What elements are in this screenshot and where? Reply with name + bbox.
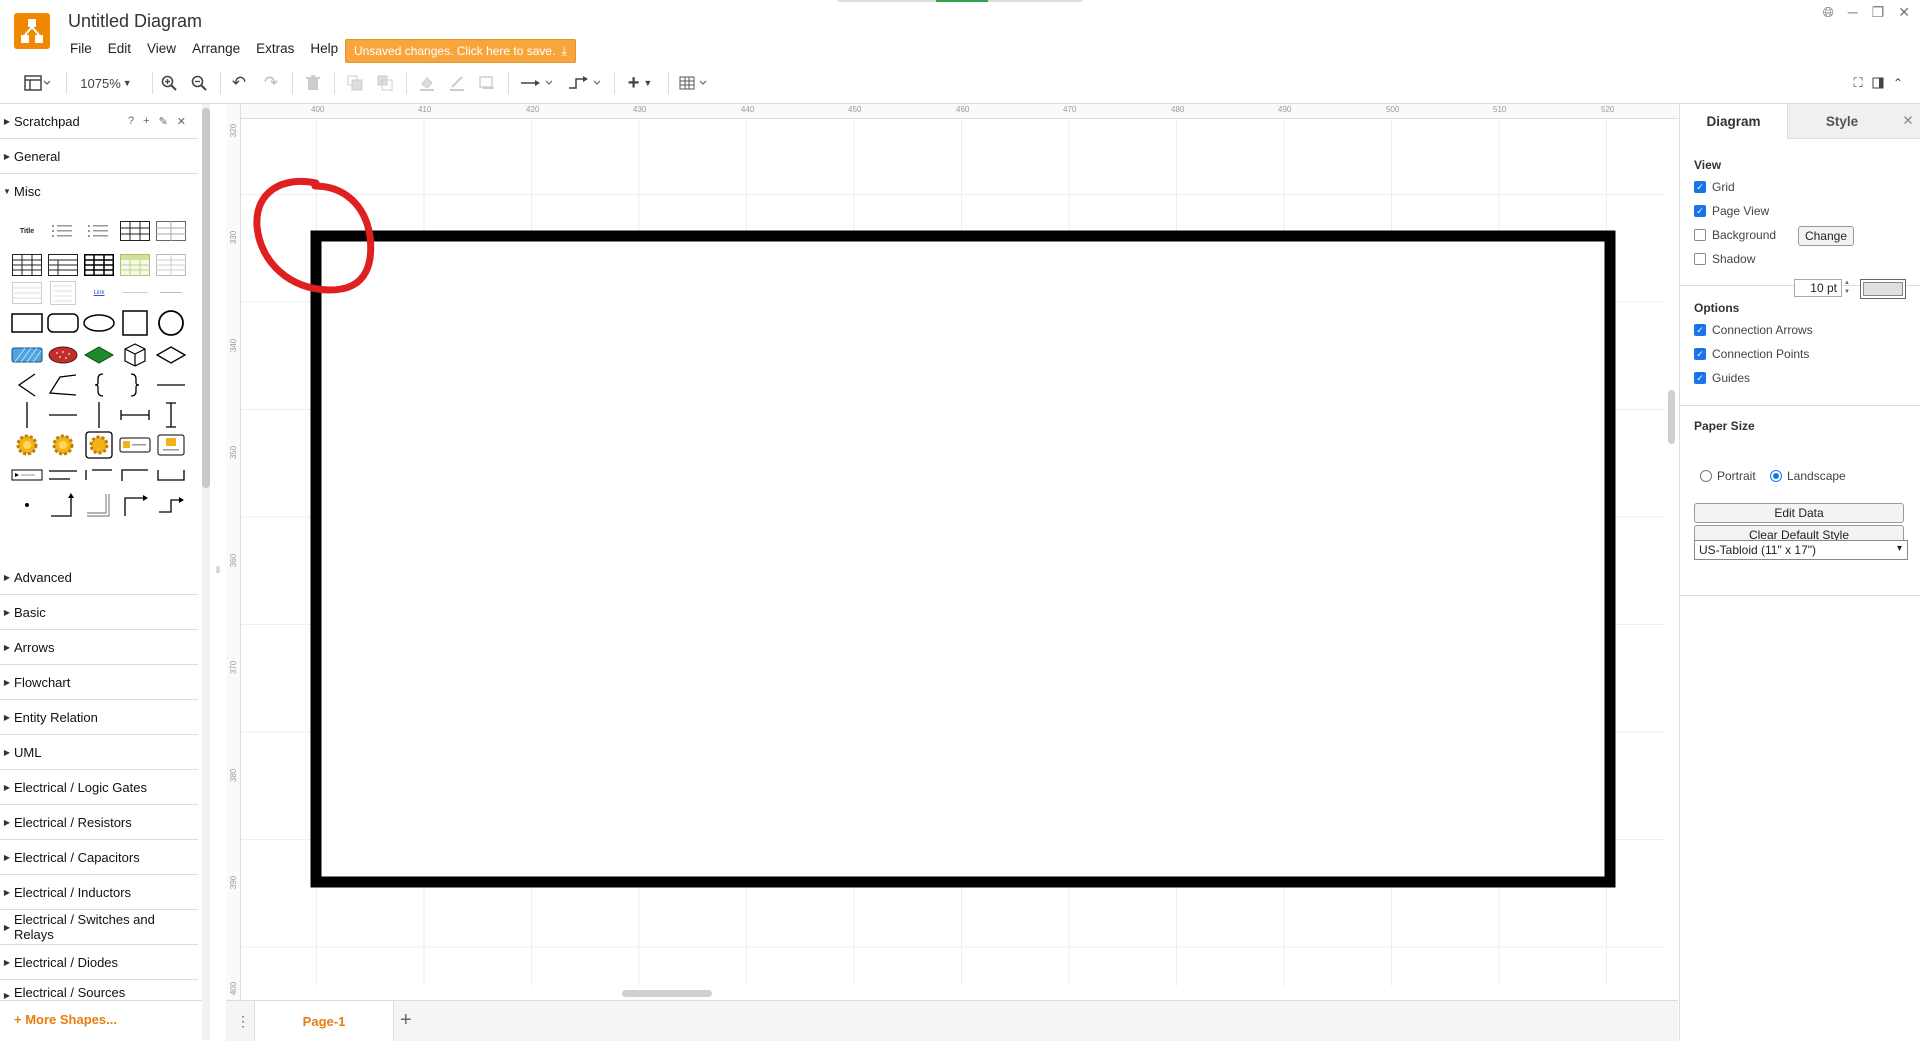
canvas-drawing — [253, 177, 1616, 888]
shadow-checkbox[interactable]: Shadow — [1694, 252, 1755, 266]
ruler-top-label: 400 — [311, 105, 325, 114]
connection-arrows-label: Connection Arrows — [1712, 323, 1813, 337]
add-page-icon[interactable]: + — [400, 1009, 412, 1032]
paper-size-select[interactable]: US-Tabloid (11" x 17") ▾ — [1694, 540, 1908, 560]
ruler-left-label: 320 — [229, 123, 239, 138]
checkbox-checked-icon: ✓ — [1694, 181, 1706, 193]
format-panel: Diagram Style ✕ View ✓ Grid ✓ Page View Ba… — [1679, 104, 1920, 1040]
checkbox-checked-icon: ✓ — [1694, 324, 1706, 336]
canvas-vertical-scrollbar[interactable] — [1668, 390, 1675, 444]
page-view-checkbox[interactable]: ✓ Page View — [1694, 204, 1769, 218]
background-label: Background — [1712, 228, 1777, 242]
diagram-rectangle[interactable] — [310, 230, 1616, 888]
paper-size-heading: Paper Size — [1694, 419, 1755, 433]
ruler-top-label: 420 — [526, 105, 540, 114]
checkbox-unchecked-icon — [1694, 229, 1706, 241]
ruler-left-label: 330 — [229, 230, 239, 245]
ruler-top-label: 470 — [1063, 105, 1077, 114]
portrait-label: Portrait — [1717, 469, 1756, 483]
vertical-ruler: 320 330 340 350 360 370 380 390 400 — [226, 104, 241, 1000]
guides-checkbox[interactable]: ✓ Guides — [1694, 371, 1750, 385]
pages-menu-icon[interactable]: ⋮ — [236, 1013, 250, 1030]
ruler-top-label: 410 — [418, 105, 432, 114]
tab-style[interactable]: Style — [1787, 104, 1896, 139]
grid-checkbox[interactable]: ✓ Grid — [1694, 180, 1735, 194]
chevron-down-icon: ▾ — [1896, 543, 1902, 554]
page-view-label: Page View — [1712, 204, 1770, 218]
ruler-top-label: 440 — [741, 105, 755, 114]
canvas-horizontal-scrollbar[interactable] — [622, 990, 712, 997]
landscape-radio[interactable]: Landscape — [1770, 469, 1846, 483]
paper-size-value: US-Tabloid (11" x 17") — [1699, 543, 1817, 557]
ruler-top-label: 520 — [1601, 105, 1615, 114]
checkbox-checked-icon: ✓ — [1694, 372, 1706, 384]
ruler-top-label: 430 — [633, 105, 647, 114]
format-panel-tabs: Diagram Style ✕ — [1680, 104, 1920, 139]
portrait-radio[interactable]: Portrait — [1700, 469, 1756, 483]
edit-data-button[interactable]: Edit Data — [1694, 503, 1904, 523]
ruler-left-label: 340 — [229, 338, 239, 353]
radio-unselected-icon — [1700, 470, 1712, 482]
ruler-left-label: 370 — [229, 660, 239, 675]
change-background-button[interactable]: Change — [1798, 226, 1854, 246]
options-heading: Options — [1694, 301, 1740, 315]
ruler-top-label: 500 — [1386, 105, 1400, 114]
radio-selected-icon — [1770, 470, 1782, 482]
ruler-left-label: 350 — [229, 445, 239, 460]
shadow-label: Shadow — [1712, 252, 1756, 266]
ruler-top-label: 450 — [848, 105, 862, 114]
page-tab-page-1[interactable]: Page-1 — [254, 1001, 394, 1041]
ruler-top-label: 510 — [1493, 105, 1507, 114]
ruler-top-label: 460 — [956, 105, 970, 114]
ruler-left-label: 390 — [229, 875, 239, 890]
guides-label: Guides — [1712, 371, 1751, 385]
ruler-left-label: 360 — [229, 553, 239, 568]
connection-points-checkbox[interactable]: ✓ Connection Points — [1694, 347, 1809, 361]
checkbox-unchecked-icon — [1694, 253, 1706, 265]
ruler-top-label: 480 — [1171, 105, 1185, 114]
connection-points-label: Connection Points — [1712, 347, 1810, 361]
options-section: Options ✓ Connection Arrows ✓ Connection P… — [1680, 285, 1920, 406]
connection-arrows-checkbox[interactable]: ✓ Connection Arrows — [1694, 323, 1813, 337]
grid-label: Grid — [1712, 180, 1735, 194]
paper-size-section: Paper Size Portrait Landscape Edit Data … — [1680, 405, 1920, 596]
horizontal-ruler: 400 410 420 430 440 450 460 470 480 490 … — [226, 104, 1678, 119]
view-heading: View — [1694, 158, 1722, 172]
view-section: View ✓ Grid ✓ Page View Background Shadow … — [1680, 138, 1920, 286]
ruler-left-label: 380 — [229, 768, 239, 783]
close-panel-icon[interactable]: ✕ — [1895, 104, 1920, 139]
tab-diagram[interactable]: Diagram — [1680, 104, 1787, 138]
ruler-left-label: 400 — [229, 981, 239, 996]
checkbox-checked-icon: ✓ — [1694, 348, 1706, 360]
ruler-top-label: 490 — [1278, 105, 1292, 114]
background-checkbox[interactable]: Background — [1694, 228, 1776, 242]
checkbox-checked-icon: ✓ — [1694, 205, 1706, 217]
landscape-label: Landscape — [1787, 469, 1846, 483]
page-tab-bar: ⋮ Page-1 + — [226, 1000, 1678, 1041]
